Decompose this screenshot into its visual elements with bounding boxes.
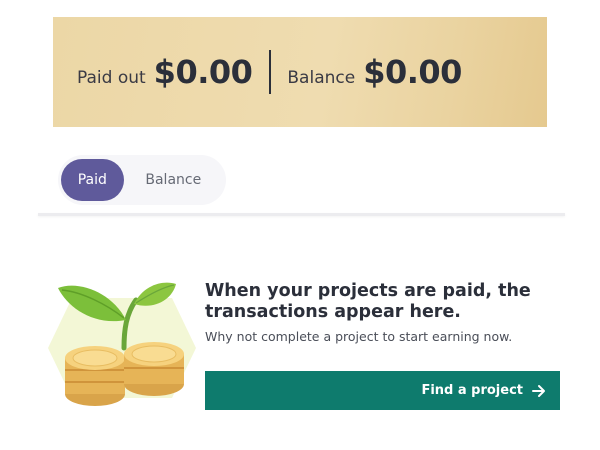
balance-stat: Balance $0.00 [287,53,462,91]
arrow-right-icon [532,384,545,397]
earnings-page: Paid out $0.00 Balance $0.00 Paid Balanc… [0,0,600,450]
empty-state-title: When your projects are paid, the transac… [205,281,531,322]
paid-out-label: Paid out [77,68,146,88]
find-project-button[interactable]: Find a project [205,371,560,410]
transaction-tabs: Paid Balance [58,155,226,205]
coins-sprout-illustration [48,282,196,406]
tab-balance[interactable]: Balance [124,159,223,201]
balance-label: Balance [287,68,356,88]
earnings-summary-banner: Paid out $0.00 Balance $0.00 [53,17,547,127]
empty-state-subtitle: Why not complete a project to start earn… [205,329,513,344]
tab-paid[interactable]: Paid [61,159,124,201]
balance-value: $0.00 [363,53,462,91]
paid-out-stat: Paid out $0.00 [77,53,253,91]
summary-divider [269,50,272,94]
section-divider [38,213,565,216]
paid-out-value: $0.00 [153,53,253,91]
find-project-label: Find a project [421,383,523,398]
